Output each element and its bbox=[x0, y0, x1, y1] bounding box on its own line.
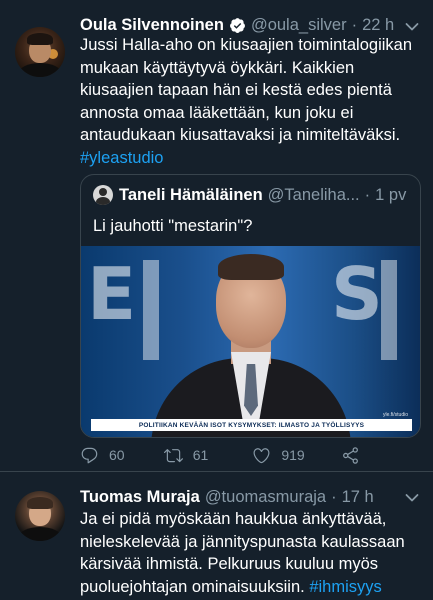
reply-icon bbox=[81, 447, 98, 463]
share-button[interactable] bbox=[341, 446, 370, 465]
retweet-count: 61 bbox=[192, 447, 209, 463]
chevron-down-icon[interactable] bbox=[405, 22, 419, 32]
chevron-down-icon[interactable] bbox=[405, 493, 419, 503]
media-ticker: POLITIIKAN KEVÄÄN ISOT KYSYMYKSET: ILMAS… bbox=[91, 419, 412, 431]
separator-dot: · bbox=[351, 15, 358, 34]
share-icon bbox=[343, 446, 358, 464]
author-handle[interactable]: @tuomasmuraja bbox=[205, 488, 326, 507]
quoted-author-name: Taneli Hämäläinen bbox=[119, 185, 263, 204]
reply-button[interactable]: 60 bbox=[80, 446, 164, 465]
quoted-tweet-text: Li jauhotti "mestarin"? bbox=[93, 217, 253, 235]
tweet-actions: 60 61 919 bbox=[80, 441, 370, 469]
retweet-icon bbox=[163, 448, 183, 462]
author-name[interactable]: Oula Silvennoinen bbox=[80, 16, 224, 35]
reply-count: 60 bbox=[109, 447, 125, 463]
tweet-header: Tuomas Muraja @tuomasmuraja · 17 h bbox=[80, 486, 374, 508]
tweet-text: Jussi Halla-aho on kiusaajien toimintalo… bbox=[80, 36, 413, 167]
like-icon bbox=[253, 447, 270, 463]
quoted-media-image[interactable]: E S yle.fi/studio POLITIIKAN KEVÄÄN ISOT… bbox=[81, 246, 420, 437]
quoted-author-handle: @Taneliha... bbox=[267, 185, 360, 204]
author-name[interactable]: Tuomas Muraja bbox=[80, 488, 200, 507]
tweet-text: Ja ei pidä myöskään haukkua änkyttävää, … bbox=[80, 510, 405, 596]
quoted-tweet[interactable]: Taneli Hämäläinen @Taneliha... · 1 pv Li… bbox=[80, 174, 421, 438]
avatar[interactable] bbox=[15, 491, 65, 541]
hashtag-link[interactable]: #ihmisyys bbox=[309, 578, 381, 596]
quoted-tweet-header: Taneli Hämäläinen @Taneliha... · 1 pv bbox=[93, 184, 406, 206]
quoted-timestamp: 1 pv bbox=[375, 185, 407, 204]
avatar[interactable] bbox=[15, 27, 65, 77]
tweet[interactable]: Tuomas Muraja @tuomasmuraja · 17 h Ja ei… bbox=[0, 473, 433, 600]
like-button[interactable]: 919 bbox=[252, 446, 341, 465]
separator-dot: · bbox=[364, 185, 371, 204]
hashtag-link[interactable]: #yleastudio bbox=[80, 149, 163, 167]
like-count: 919 bbox=[281, 447, 305, 463]
verified-badge-icon bbox=[230, 17, 245, 33]
timestamp[interactable]: 22 h bbox=[362, 16, 394, 35]
separator-dot: · bbox=[331, 487, 337, 506]
media-corner-label: yle.fi/studio bbox=[382, 412, 408, 418]
retweet-button[interactable]: 61 bbox=[163, 446, 253, 465]
tweet-header: Oula Silvennoinen @oula_silver · 22 h bbox=[80, 14, 394, 36]
tweet[interactable]: Oula Silvennoinen @oula_silver · 22 h Ju… bbox=[0, 0, 433, 472]
timestamp[interactable]: 17 h bbox=[342, 488, 374, 507]
quoted-avatar bbox=[93, 185, 113, 205]
author-handle[interactable]: @oula_silver bbox=[251, 16, 347, 35]
